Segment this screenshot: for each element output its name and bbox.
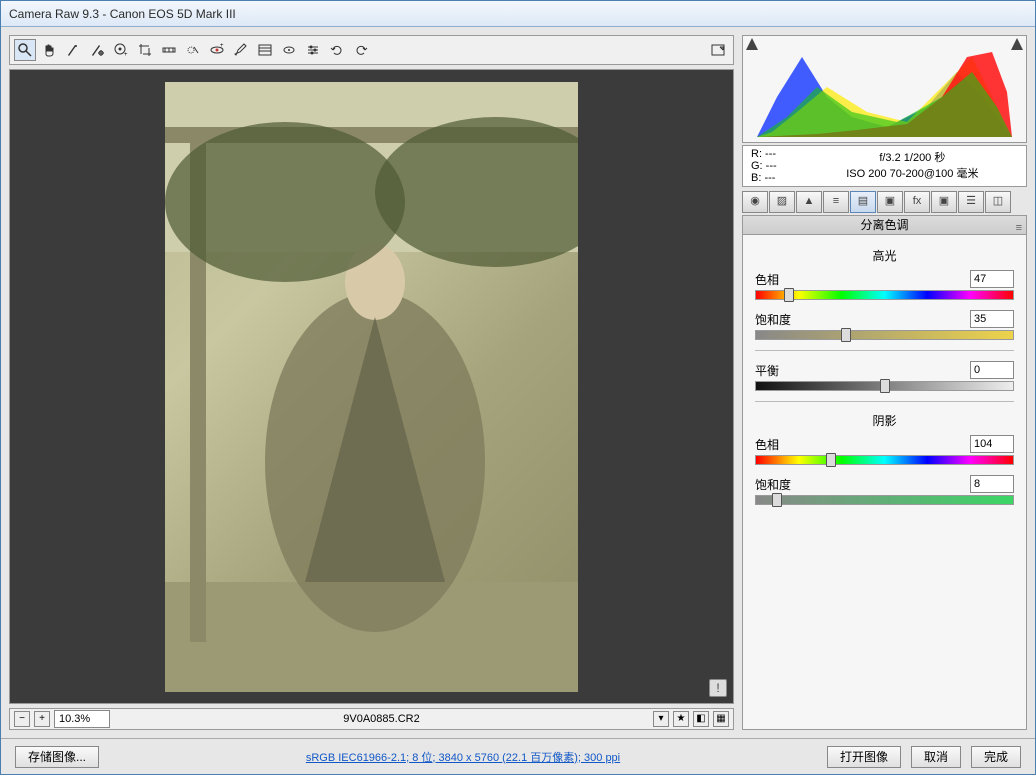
camera-info: f/3.2 1/200 秒 ISO 200 70-200@100 毫米 <box>807 148 1018 184</box>
panel-header: 分离色调 ≡ <box>742 215 1027 235</box>
r-value: R: --- <box>751 148 777 160</box>
done-button[interactable]: 完成 <box>971 746 1021 768</box>
shadows-heading: 阴影 <box>755 412 1014 429</box>
cancel-button[interactable]: 取消 <box>911 746 961 768</box>
radial-filter-tool-icon[interactable] <box>278 39 300 61</box>
workflow-link[interactable]: sRGB IEC61966-2.1; 8 位; 3840 x 5760 (22.… <box>109 749 817 765</box>
highlight-hue-input[interactable] <box>970 270 1014 288</box>
exif-line2: ISO 200 70-200@100 毫米 <box>807 166 1018 182</box>
spot-removal-tool-icon[interactable] <box>182 39 204 61</box>
straighten-tool-icon[interactable] <box>158 39 180 61</box>
shadow-hue-label: 色相 <box>755 436 779 453</box>
exif-panel: R: --- G: --- B: --- f/3.2 1/200 秒 ISO 2… <box>742 145 1027 187</box>
panel-menu-icon[interactable]: ≡ <box>1016 219 1022 237</box>
window-title: Camera Raw 9.3 - Canon EOS 5D Mark III <box>9 7 236 21</box>
fullscreen-icon[interactable] <box>707 39 729 61</box>
red-eye-tool-icon[interactable]: + <box>206 39 228 61</box>
balance-row: 平衡 <box>755 361 1014 391</box>
zoom-in-icon[interactable]: + <box>34 711 50 727</box>
tab-detail[interactable]: ▲ <box>796 191 822 213</box>
crop-tool-icon[interactable] <box>134 39 156 61</box>
footer: 存储图像... sRGB IEC61966-2.1; 8 位; 3840 x 5… <box>1 738 1035 774</box>
divider2 <box>755 401 1014 402</box>
tab-basic[interactable]: ◉ <box>742 191 768 213</box>
adjustment-brush-tool-icon[interactable] <box>230 39 252 61</box>
filter-icon[interactable]: ▾ <box>653 711 669 727</box>
histogram[interactable] <box>742 35 1027 143</box>
panel-title: 分离色调 <box>860 218 908 232</box>
preview-image <box>165 82 578 692</box>
preferences-icon[interactable] <box>302 39 324 61</box>
rgb-readout: R: --- G: --- B: --- <box>751 148 777 184</box>
balance-input[interactable] <box>970 361 1014 379</box>
histogram-svg <box>757 42 1012 137</box>
left-pane: + + <box>9 35 734 730</box>
balance-label: 平衡 <box>755 362 779 379</box>
tab-camera[interactable]: ▣ <box>931 191 957 213</box>
targeted-adjustment-tool-icon[interactable]: + <box>110 39 132 61</box>
zoom-level[interactable]: 10.3% <box>54 710 110 728</box>
content-area: + + <box>1 27 1035 738</box>
zoom-tool-icon[interactable] <box>14 39 36 61</box>
titlebar: Camera Raw 9.3 - Canon EOS 5D Mark III <box>1 1 1035 27</box>
color-sampler-tool-icon[interactable] <box>86 39 108 61</box>
shadow-sat-slider[interactable] <box>755 495 1014 505</box>
highlight-hue-row: 色相 <box>755 270 1014 300</box>
highlight-hue-slider[interactable] <box>755 290 1014 300</box>
filename-label: 9V0A0885.CR2 <box>114 713 649 725</box>
highlight-hue-label: 色相 <box>755 271 779 288</box>
g-value: G: --- <box>751 160 777 172</box>
open-image-button[interactable]: 打开图像 <box>827 746 901 768</box>
balance-slider[interactable] <box>755 381 1014 391</box>
rotate-cw-icon[interactable] <box>350 39 372 61</box>
highlight-sat-slider[interactable] <box>755 330 1014 340</box>
white-balance-tool-icon[interactable] <box>62 39 84 61</box>
tab-hsl[interactable]: ≡ <box>823 191 849 213</box>
tab-snapshots[interactable]: ◫ <box>985 191 1011 213</box>
highlight-sat-label: 饱和度 <box>755 311 791 328</box>
svg-text:+: + <box>124 52 128 58</box>
shadow-hue-row: 色相 <box>755 435 1014 465</box>
compare-icon[interactable]: ◧ <box>693 711 709 727</box>
camera-raw-window: Camera Raw 9.3 - Canon EOS 5D Mark III +… <box>0 0 1036 775</box>
tab-presets[interactable]: ☰ <box>958 191 984 213</box>
rotate-ccw-icon[interactable] <box>326 39 348 61</box>
svg-text:+: + <box>220 43 224 49</box>
b-value: B: --- <box>751 172 777 184</box>
split-toning-panel: 高光 色相 饱和度 <box>742 235 1027 730</box>
shadow-sat-input[interactable] <box>970 475 1014 493</box>
preview-footer: − + 10.3% 9V0A0885.CR2 ▾ ★ ◧ ▦ <box>9 708 734 730</box>
shadow-sat-row: 饱和度 <box>755 475 1014 505</box>
warning-icon[interactable]: ! <box>709 679 727 697</box>
image-preview[interactable]: ! <box>9 69 734 704</box>
graduated-filter-tool-icon[interactable] <box>254 39 276 61</box>
exif-line1: f/3.2 1/200 秒 <box>807 150 1018 166</box>
thumbnail-icon[interactable]: ▦ <box>713 711 729 727</box>
highlight-clip-icon[interactable] <box>1011 38 1023 50</box>
rating-icon[interactable]: ★ <box>673 711 689 727</box>
shadow-hue-slider[interactable] <box>755 455 1014 465</box>
tab-curve[interactable]: ▨ <box>769 191 795 213</box>
highlights-heading: 高光 <box>755 247 1014 264</box>
panel-tabs: ◉ ▨ ▲ ≡ ▤ ▣ fx ▣ ☰ ◫ <box>742 191 1027 213</box>
right-pane: R: --- G: --- B: --- f/3.2 1/200 秒 ISO 2… <box>742 35 1027 730</box>
zoom-out-icon[interactable]: − <box>14 711 30 727</box>
tab-fx[interactable]: fx <box>904 191 930 213</box>
divider <box>755 350 1014 351</box>
tab-lens[interactable]: ▣ <box>877 191 903 213</box>
highlight-sat-input[interactable] <box>970 310 1014 328</box>
highlight-sat-row: 饱和度 <box>755 310 1014 340</box>
top-toolbar: + + <box>9 35 734 65</box>
tab-split-toning[interactable]: ▤ <box>850 191 876 213</box>
shadow-hue-input[interactable] <box>970 435 1014 453</box>
shadow-sat-label: 饱和度 <box>755 476 791 493</box>
save-image-button[interactable]: 存储图像... <box>15 746 99 768</box>
hand-tool-icon[interactable] <box>38 39 60 61</box>
